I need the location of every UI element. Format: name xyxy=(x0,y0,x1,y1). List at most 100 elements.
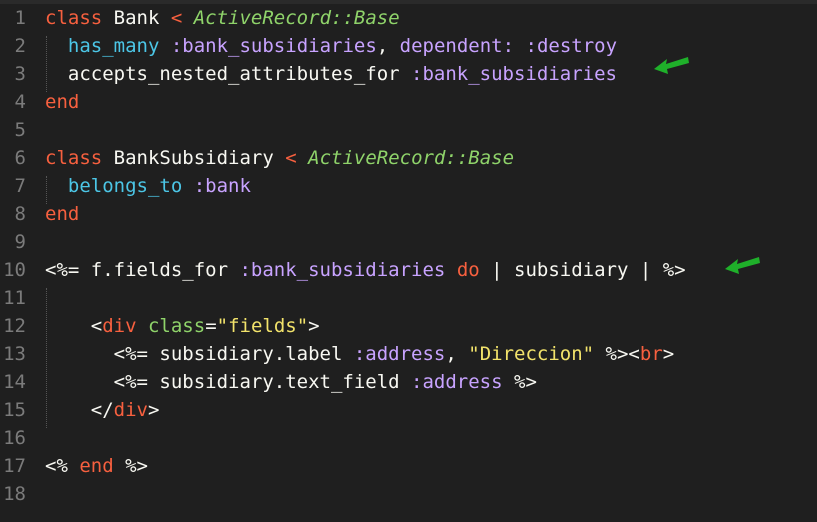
code-line[interactable]: 9 xyxy=(0,228,817,256)
line-number: 3 xyxy=(14,63,26,85)
code-token: , xyxy=(445,343,469,365)
code-line[interactable]: 6 class BankSubsidiary < ActiveRecord::Ba… xyxy=(0,144,817,172)
code-token: </ xyxy=(45,399,114,421)
code-token: , xyxy=(376,35,400,57)
line-number: 18 xyxy=(3,483,26,505)
code-text: class Bank < ActiveRecord::Base xyxy=(45,4,400,32)
code-token: br xyxy=(639,343,663,365)
code-token: > xyxy=(147,399,160,421)
code-token: :address xyxy=(353,343,446,365)
code-line[interactable]: 16 xyxy=(0,424,817,452)
code-token: class xyxy=(45,147,103,169)
code-line[interactable]: 3 accepts_nested_attributes_for :bank_su… xyxy=(0,60,817,88)
line-number: 14 xyxy=(3,371,26,393)
code-line[interactable]: 8 end xyxy=(0,200,817,228)
line-number: 7 xyxy=(14,175,26,197)
code-token: <%= f.fields_for xyxy=(45,259,240,281)
code-token: Bank xyxy=(102,7,171,29)
code-text: accepts_nested_attributes_for :bank_subs… xyxy=(45,60,617,88)
code-token: class xyxy=(45,7,103,29)
code-line[interactable]: 14 <%= subsidiary.text_field :address %> xyxy=(0,368,817,396)
code-token: BankSubsidiary xyxy=(102,147,286,169)
code-token: "fields" xyxy=(216,315,309,337)
code-token: :destroy xyxy=(525,35,618,57)
code-token: "Direccion" xyxy=(468,343,595,365)
code-text: </div> xyxy=(45,396,160,424)
line-number: 10 xyxy=(3,259,26,281)
line-number: 6 xyxy=(14,147,26,169)
code-line[interactable]: 17 <% end %> xyxy=(0,452,817,480)
code-token: < xyxy=(285,147,309,169)
code-token: div xyxy=(102,315,137,337)
line-number: 13 xyxy=(3,343,26,365)
line-number: 1 xyxy=(14,7,26,29)
code-text: end xyxy=(45,200,79,228)
line-number: 15 xyxy=(3,399,26,421)
code-editor[interactable]: 1 class Bank < ActiveRecord::Base 2 has_ma… xyxy=(0,4,817,522)
code-token: accepts_nested_attributes_for xyxy=(45,63,412,85)
line-number: 4 xyxy=(14,91,26,113)
code-token: :bank_subsidiaries xyxy=(411,63,617,85)
code-token: belongs_to xyxy=(67,175,183,197)
code-token: > xyxy=(662,343,675,365)
code-token: > xyxy=(308,315,320,337)
code-token: < xyxy=(170,7,194,29)
code-text: <%= subsidiary.label :address, "Direccio… xyxy=(45,340,675,368)
line-number: 12 xyxy=(3,315,26,337)
line-number: 8 xyxy=(14,203,26,225)
code-token: | subsidiary | %> xyxy=(479,259,686,281)
code-text: class BankSubsidiary < ActiveRecord::Bas… xyxy=(45,144,514,172)
code-line[interactable]: 1 class Bank < ActiveRecord::Base xyxy=(0,4,817,32)
line-number: 11 xyxy=(3,287,26,309)
code-line[interactable]: 4 end xyxy=(0,88,817,116)
code-token: :bank xyxy=(193,175,251,197)
code-token: dependent: xyxy=(399,35,515,57)
code-text: end xyxy=(45,88,79,116)
code-line[interactable]: 5 xyxy=(0,116,817,144)
code-token: = xyxy=(205,315,217,337)
code-token: <% xyxy=(45,455,80,477)
code-token: class xyxy=(147,315,206,337)
code-token: %> xyxy=(502,371,537,393)
code-text: <%= subsidiary.text_field :address %> xyxy=(45,368,537,396)
code-token: end xyxy=(45,203,80,225)
code-text: <% end %> xyxy=(45,452,148,480)
code-line[interactable]: 12 <div class="fields"> xyxy=(0,312,817,340)
code-text: has_many :bank_subsidiaries, dependent: … xyxy=(45,32,617,60)
line-number: 5 xyxy=(14,119,26,141)
code-token: end xyxy=(45,91,80,113)
code-token: :address xyxy=(411,371,503,393)
line-number: 17 xyxy=(3,455,26,477)
line-number: 9 xyxy=(14,231,26,253)
code-token: has_many xyxy=(67,35,160,57)
code-line[interactable]: 11 xyxy=(0,284,817,312)
code-line[interactable]: 13 <%= subsidiary.label :address, "Direc… xyxy=(0,340,817,368)
code-line[interactable]: 15 </div> xyxy=(0,396,817,424)
code-token: :bank_subsidiaries xyxy=(170,35,377,57)
code-token: do xyxy=(456,259,480,281)
code-token: <%= subsidiary.label xyxy=(45,343,354,365)
code-text: <div class="fields"> xyxy=(45,312,320,340)
line-number: 2 xyxy=(14,35,26,57)
code-line[interactable]: 18 xyxy=(0,480,817,508)
code-text: <%= f.fields_for :bank_subsidiaries do |… xyxy=(45,256,686,284)
line-number: 16 xyxy=(3,427,26,449)
code-token: ActiveRecord::Base xyxy=(193,7,400,29)
code-token: :bank_subsidiaries xyxy=(239,259,446,281)
code-token: <%= subsidiary.text_field xyxy=(45,371,412,393)
code-token: %>< xyxy=(594,343,640,365)
code-token: div xyxy=(113,399,148,421)
code-line[interactable]: 10 <%= f.fields_for :bank_subsidiaries do… xyxy=(0,256,817,284)
code-line[interactable]: 2 has_many :bank_subsidiaries, dependent… xyxy=(0,32,817,60)
code-token: end xyxy=(79,455,114,477)
code-token: %> xyxy=(113,455,148,477)
code-token: < xyxy=(45,315,103,337)
code-line[interactable]: 7 belongs_to :bank xyxy=(0,172,817,200)
